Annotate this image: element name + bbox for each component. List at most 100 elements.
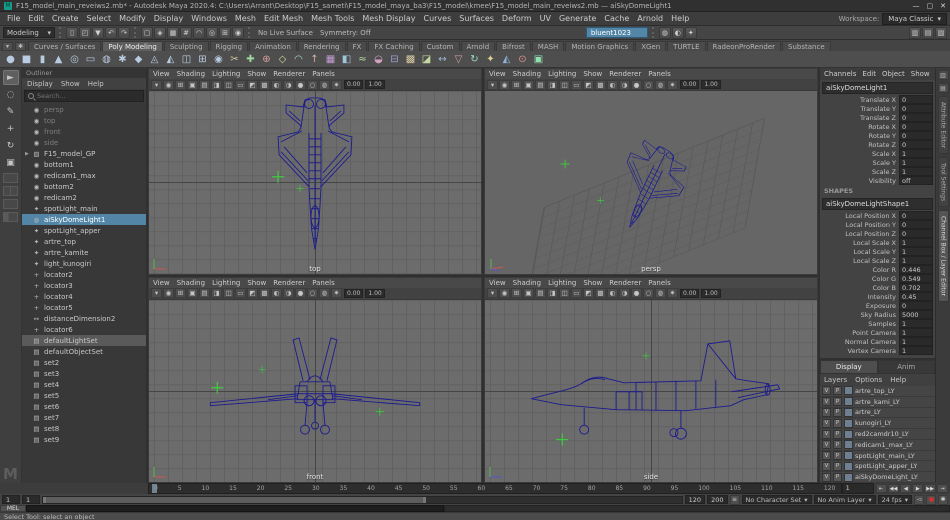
layer-editor-tab[interactable]: Anim	[877, 360, 935, 374]
channel-label[interactable]: Sky Radius	[820, 311, 899, 319]
viewport-toolbar-icon[interactable]: ◐	[271, 288, 282, 298]
outliner-item[interactable]: ◉ persp	[22, 104, 146, 115]
snap-point-icon[interactable]: ◎	[206, 26, 218, 39]
menu-item[interactable]: Curves	[419, 14, 455, 23]
shelf-tool-icon[interactable]: ▲	[51, 52, 66, 67]
shelf-tool-icon[interactable]: ⊟	[387, 52, 402, 67]
channel-value-field[interactable]: 0.549	[899, 274, 933, 283]
shelf-tool-icon[interactable]: ⊕	[259, 52, 274, 67]
viewport-toolbar-icon[interactable]: ●	[295, 288, 306, 298]
menu-item[interactable]: Create	[48, 14, 83, 23]
viewport-toolbar-icon[interactable]: ◨	[211, 79, 222, 90]
outliner-item[interactable]: + locator4	[22, 291, 146, 302]
outliner-item[interactable]: ◉ top	[22, 115, 146, 126]
exposure-field[interactable]: 0.00	[344, 288, 364, 298]
display-layer-row[interactable]: V P artre_kami_LY	[820, 396, 935, 408]
viewport-menu-item[interactable]: Renderer	[273, 70, 305, 78]
step-forward-button[interactable]: ▶▶	[924, 484, 936, 493]
shelf-tool-icon[interactable]: ◭	[499, 52, 514, 67]
viewport-toolbar-icon[interactable]: ◫	[223, 79, 234, 90]
layer-playback-toggle[interactable]: P	[833, 397, 842, 407]
viewport-toolbar-icon[interactable]: ▩	[259, 79, 270, 90]
select-hierarchy-icon[interactable]: ▢	[141, 26, 153, 39]
viewport-toolbar-icon[interactable]: ○	[307, 79, 318, 90]
channel-label[interactable]: Samples	[820, 320, 899, 328]
channel-value-field[interactable]: 0	[899, 104, 933, 113]
current-time-marker[interactable]	[152, 484, 157, 493]
shelf-tool-icon[interactable]: ✚	[243, 52, 258, 67]
shelf-tool-icon[interactable]: ◬	[147, 52, 162, 67]
channel-label[interactable]: Exposure	[820, 302, 899, 310]
outliner-item[interactable]: + locator6	[22, 324, 146, 335]
channel-value-field[interactable]: 0	[899, 95, 933, 104]
shelf-tool-icon[interactable]: ◪	[419, 52, 434, 67]
viewport-menu-item[interactable]: Show	[583, 279, 602, 287]
channel-value-field[interactable]: 0	[899, 301, 933, 310]
playback-options-icon[interactable]: ≡	[729, 494, 740, 505]
viewport-toolbar-icon[interactable]: ◍	[655, 79, 666, 90]
menu-item[interactable]: Display	[150, 14, 188, 23]
viewport-menu-item[interactable]: View	[153, 70, 170, 78]
viewport-toolbar-icon[interactable]: ◩	[247, 79, 258, 90]
viewport-toolbar-icon[interactable]: ▣	[523, 79, 534, 90]
viewport-toolbar-icon[interactable]: ◑	[619, 79, 630, 90]
layer-playback-toggle[interactable]: P	[833, 407, 842, 417]
channel-label[interactable]: Intensity	[820, 293, 899, 301]
move-tool[interactable]: +	[3, 121, 19, 136]
viewport-toolbar-icon[interactable]: ◍	[655, 288, 666, 298]
shelf-tool-icon[interactable]: ↔	[435, 52, 450, 67]
menu-item[interactable]: UV	[536, 14, 555, 23]
viewport-toolbar-icon[interactable]: ▩	[595, 79, 606, 90]
show-attribute-editor-icon[interactable]: ▥	[937, 70, 949, 80]
channel-box-object-name[interactable]: aiSkyDomeLight1	[822, 82, 933, 94]
channel-label[interactable]: Translate Z	[820, 114, 899, 122]
channel-label[interactable]: Vertex Camera	[820, 347, 899, 355]
menu-item[interactable]: Select	[82, 14, 115, 23]
render-settings-icon[interactable]: ✦	[684, 26, 697, 39]
channel-value-field[interactable]: 1	[899, 337, 933, 346]
outliner-menu-item[interactable]: Display	[27, 80, 53, 88]
viewport-toolbar-icon[interactable]: ◐	[607, 79, 618, 90]
viewport-toolbar-icon[interactable]: ▾	[151, 288, 162, 298]
channel-box-menu-item[interactable]: Channels	[824, 70, 856, 78]
shelf-tool-icon[interactable]: ◆	[131, 52, 146, 67]
outliner-item[interactable]: ▶ ▧ F15_model_GP	[22, 148, 146, 159]
menu-item[interactable]: Mesh Tools	[307, 14, 358, 23]
layer-visibility-toggle[interactable]: V	[822, 451, 831, 461]
viewport-toolbar-icon[interactable]: ○	[643, 288, 654, 298]
viewport-toolbar-icon[interactable]: ⊞	[175, 288, 186, 298]
viewport-toolbar-icon[interactable]: ◩	[583, 79, 594, 90]
layer-playback-toggle[interactable]: P	[833, 386, 842, 396]
mute-audio-icon[interactable]: ◅	[914, 494, 924, 505]
layer-color-swatch[interactable]	[844, 440, 853, 450]
layer-visibility-toggle[interactable]: V	[822, 472, 831, 482]
channel-label[interactable]: Scale Z	[820, 168, 899, 176]
shelf-tab[interactable]: Sculpting	[163, 41, 209, 51]
menu-item[interactable]: Edit Mesh	[260, 14, 307, 23]
status-divider[interactable]	[651, 27, 655, 38]
outliner-item[interactable]: ◉ bottom1	[22, 159, 146, 170]
viewport-menu-item[interactable]: Lighting	[548, 70, 576, 78]
menu-item[interactable]: Mesh	[231, 14, 260, 23]
auto-keyframe-button[interactable]	[926, 494, 936, 505]
viewport-toolbar-icon[interactable]: ▤	[535, 288, 546, 298]
shelf-tab[interactable]: Custom	[420, 41, 460, 51]
menu-item[interactable]: File	[3, 14, 24, 23]
shelf-tool-icon[interactable]: ▮	[35, 52, 50, 67]
outliner-menu-item[interactable]: Help	[88, 80, 104, 88]
channel-box-menu-item[interactable]: Show	[911, 70, 930, 78]
viewport-toolbar-icon[interactable]: ▤	[199, 79, 210, 90]
channel-label[interactable]: Local Scale Z	[820, 257, 899, 265]
channel-value-field[interactable]: 0.446	[899, 265, 933, 274]
shelf-tool-icon[interactable]: ■	[19, 52, 34, 67]
gamma-field[interactable]: 1.00	[701, 80, 721, 89]
rotate-tool[interactable]: ↻	[3, 138, 19, 153]
layer-visibility-toggle[interactable]: V	[822, 386, 831, 396]
layer-playback-toggle[interactable]: P	[833, 451, 842, 461]
outliner-item[interactable]: ▤ set5	[22, 390, 146, 401]
menu-item[interactable]: Arnold	[633, 14, 667, 23]
layer-editor-tab[interactable]: Display	[820, 360, 878, 374]
shelf-tab[interactable]: Rigging	[209, 41, 249, 51]
close-button[interactable]: ✕	[940, 2, 946, 10]
save-scene-icon[interactable]: ▼	[92, 26, 104, 39]
